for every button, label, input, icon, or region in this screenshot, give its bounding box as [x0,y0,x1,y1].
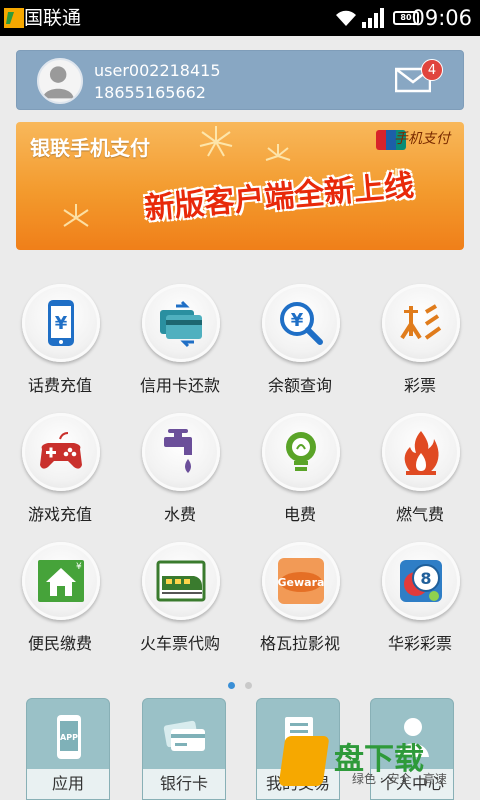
lightbulb-icon [286,432,316,471]
magnifier-yuan-icon: ¥ [280,302,323,345]
service-label: 华彩彩票 [387,634,452,653]
service-game-topup[interactable]: 游戏充值 [0,407,120,535]
service-huacai-lottery[interactable]: 8 华彩彩票 [360,536,480,664]
service-label: 电费 [283,505,316,524]
promo-banner[interactable]: 银联手机支付 手机支付 新版客户端全新上线 [16,122,464,250]
status-bar: 国联通 80 09:06 [0,0,480,36]
service-circle[interactable]: 8 [382,542,460,620]
service-label: 格瓦拉影视 [259,634,340,653]
app-icon-text: APP [60,733,78,742]
service-circle[interactable] [142,542,220,620]
service-circle[interactable] [142,413,220,491]
tab-label: 银行卡 [143,769,225,799]
service-circle[interactable]: Gewara [262,542,340,620]
lottery-character-icon [400,304,442,340]
gewara-text: Gewara [278,576,325,589]
service-electricity-bill[interactable]: 电费 [240,407,360,535]
banner-title: 银联手机支付 [30,136,150,160]
credit-card-icon [160,300,202,348]
service-circle[interactable]: ¥ [22,284,100,362]
service-circle[interactable] [382,284,460,362]
service-balance-query[interactable]: ¥ 余额查询 [240,278,360,406]
user-name: user002218415 [94,61,221,80]
service-label: 信用卡还款 [139,376,220,395]
clock: 09:06 [411,6,472,30]
user-card[interactable]: user002218415 18655165662 4 [16,50,464,110]
watermark-logo-icon [278,736,330,786]
service-credit-card-repay[interactable]: 信用卡还款 [120,278,240,406]
tab-apps[interactable]: APP 应用 [26,698,110,800]
service-train-ticket[interactable]: 火车票代购 [120,536,240,664]
banner-brand: 手机支付 [394,131,450,147]
service-utility-payment[interactable]: ¥ 便民缴费 [0,536,120,664]
service-label: 燃气费 [395,505,444,524]
svg-text:8: 8 [420,569,431,588]
service-circle[interactable] [262,413,340,491]
service-circle[interactable] [382,413,460,491]
house-yuan-icon: ¥ [38,560,84,602]
service-circle[interactable] [22,413,100,491]
service-gas-bill[interactable]: 燃气费 [360,407,480,535]
gamepad-icon [40,432,82,469]
faucet-icon [164,429,192,473]
page-dot-active[interactable] [228,682,235,689]
service-label: 火车票代购 [139,634,220,653]
lottery-ball-icon: 8 [400,560,442,602]
phone-yuan-icon: ¥ [48,300,74,346]
bank-card-icon [163,720,205,751]
app-phone-icon: APP [57,715,81,759]
app-logo-icon [4,8,24,28]
svg-text:¥: ¥ [291,310,304,331]
carrier-name: 国联通 [24,7,82,29]
service-circle[interactable]: ¥ [22,542,100,620]
service-label: 便民缴费 [27,634,92,653]
watermark: 盘下载 绿色 · 安全 · 高速 [278,730,480,800]
avatar[interactable] [37,58,83,104]
watermark-sub: 绿色 · 安全 · 高速 [352,772,447,786]
service-label: 彩票 [403,376,436,395]
tab-label: 应用 [27,769,109,799]
service-water-bill[interactable]: 水费 [120,407,240,535]
service-lottery[interactable]: 彩票 [360,278,480,406]
unread-badge: 4 [421,59,443,81]
svg-text:¥: ¥ [55,313,68,334]
flame-icon [404,431,439,475]
service-label: 余额查询 [267,376,332,395]
signal-icon [362,8,384,28]
train-icon [156,560,206,602]
svg-text:¥: ¥ [76,562,82,572]
service-circle[interactable] [142,284,220,362]
service-label: 水费 [163,505,196,524]
user-phone: 18655165662 [94,83,206,102]
gewara-icon: Gewara [278,558,325,604]
page-dot[interactable] [245,682,252,689]
user-avatar-icon [42,66,74,99]
service-mobile-topup[interactable]: ¥ 话费充值 [0,278,120,406]
service-label: 游戏充值 [27,505,92,524]
tab-bank-cards[interactable]: 银行卡 [142,698,226,800]
service-gewara-movies[interactable]: Gewara 格瓦拉影视 [240,536,360,664]
service-label: 话费充值 [27,376,92,395]
wifi-icon [336,10,356,26]
service-circle[interactable]: ¥ [262,284,340,362]
